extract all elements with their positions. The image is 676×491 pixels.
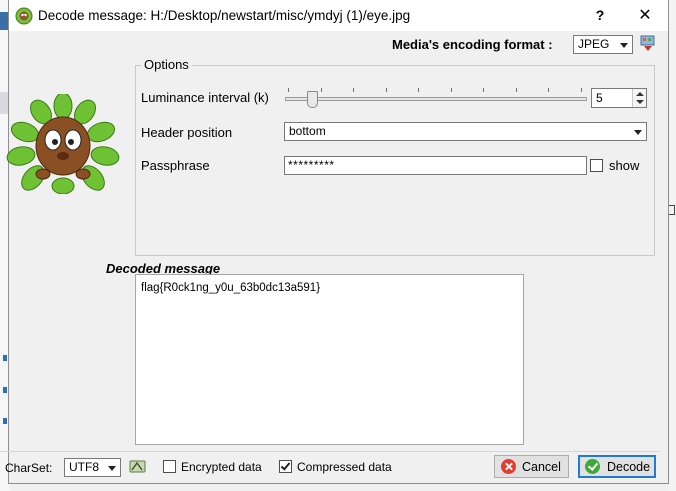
- charset-label: CharSet:: [5, 461, 53, 475]
- slider-tick: [321, 88, 322, 92]
- slider-tick: [386, 88, 387, 92]
- charset-icon[interactable]: [129, 458, 146, 475]
- background-marker: [3, 387, 7, 393]
- header-position-value: bottom: [289, 124, 326, 138]
- spin-buttons[interactable]: [632, 89, 646, 107]
- format-settings-icon[interactable]: [640, 35, 656, 53]
- luminance-label: Luminance interval (k): [141, 90, 269, 105]
- slider-tick: [418, 88, 419, 92]
- spin-down-icon[interactable]: [636, 100, 644, 104]
- app-icon: [15, 7, 33, 25]
- slider-tick: [483, 88, 484, 92]
- slider-tick: [581, 88, 582, 92]
- title-bar: Decode message: H:/Desktop/newstart/misc…: [9, 0, 668, 31]
- checkmark-icon: [280, 460, 291, 471]
- header-position-label: Header position: [141, 125, 233, 140]
- options-legend: Options: [141, 57, 192, 72]
- chevron-down-icon[interactable]: [105, 460, 119, 475]
- close-button[interactable]: ✕: [622, 0, 668, 31]
- header-position-select[interactable]: bottom: [284, 122, 647, 141]
- charset-select[interactable]: UTF8: [64, 458, 121, 477]
- cancel-icon: [501, 459, 516, 474]
- encoding-format-select[interactable]: JPEG: [573, 35, 633, 54]
- chevron-down-icon[interactable]: [631, 124, 645, 139]
- window-title: Decode message: H:/Desktop/newstart/misc…: [38, 8, 411, 23]
- mascot-illustration: [6, 94, 120, 194]
- background-marker: [669, 205, 675, 215]
- background-window-bottom: [10, 483, 668, 491]
- cancel-button[interactable]: Cancel: [494, 455, 569, 478]
- decode-button[interactable]: Decode: [578, 455, 656, 478]
- encrypted-data-checkbox[interactable]: [163, 460, 176, 473]
- encrypted-data-label[interactable]: Encrypted data: [181, 460, 262, 474]
- luminance-spinbox[interactable]: 5: [591, 88, 647, 108]
- cancel-button-label: Cancel: [522, 460, 561, 474]
- decoded-message-text: flag{R0ck1ng_y0u_63b0dc13a591}: [141, 282, 321, 294]
- encoding-format-label: Media's encoding format :: [392, 37, 553, 52]
- show-passphrase-label[interactable]: show: [609, 158, 639, 173]
- compressed-data-label[interactable]: Compressed data: [297, 460, 392, 474]
- background-window-right: [668, 0, 676, 491]
- encoding-format-value: JPEG: [578, 37, 610, 51]
- slider-tick: [353, 88, 354, 92]
- decode-icon: [585, 459, 600, 474]
- passphrase-label: Passphrase: [141, 158, 210, 173]
- help-button[interactable]: ?: [577, 0, 623, 31]
- luminance-value: 5: [596, 91, 603, 105]
- compressed-data-checkbox[interactable]: [279, 460, 292, 473]
- slider-tick: [451, 88, 452, 92]
- decode-button-label: Decode: [607, 460, 651, 474]
- slider-tick: [288, 88, 289, 92]
- luminance-slider-track[interactable]: [285, 97, 587, 101]
- passphrase-input[interactable]: *********: [284, 156, 587, 175]
- chevron-down-icon[interactable]: [617, 37, 631, 52]
- show-passphrase-checkbox[interactable]: [590, 159, 603, 172]
- background-marker: [3, 355, 7, 361]
- slider-tick: [516, 88, 517, 92]
- decoded-message-textarea[interactable]: flag{R0ck1ng_y0u_63b0dc13a591}: [135, 274, 524, 445]
- charset-value: UTF8: [69, 460, 99, 474]
- luminance-slider-thumb[interactable]: [307, 91, 318, 108]
- passphrase-value: *********: [288, 158, 335, 172]
- slider-tick: [548, 88, 549, 92]
- spin-up-icon[interactable]: [636, 92, 644, 96]
- background-marker: [3, 418, 7, 424]
